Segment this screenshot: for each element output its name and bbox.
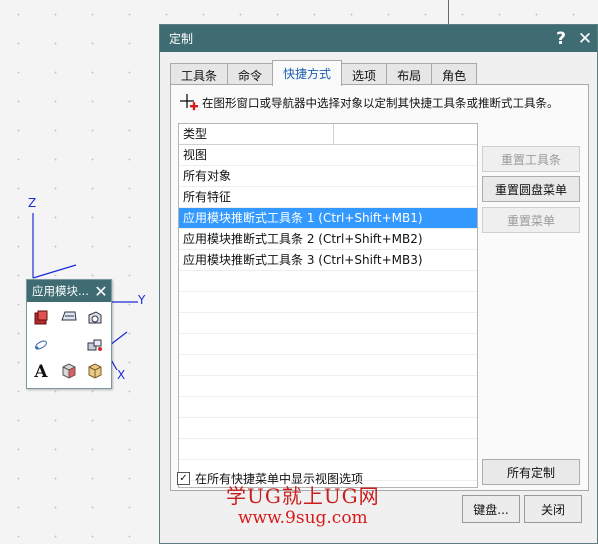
hint-text: 在图形窗口或导航器中选择对象以定制其快捷工具条或推断式工具条。 <box>202 96 559 110</box>
empty-row <box>179 355 477 376</box>
list-item[interactable]: 应用模块推断式工具条 3 (Ctrl+Shift+MB3) <box>179 250 477 271</box>
application-mini-toolbar[interactable]: 应用模块... ✕ A <box>26 279 112 389</box>
empty-row <box>179 271 477 292</box>
list-item[interactable]: 应用模块推断式工具条 2 (Ctrl+Shift+MB2) <box>179 229 477 250</box>
selection-hint: 在图形窗口或导航器中选择对象以定制其快捷工具条或推断式工具条。 <box>179 93 559 113</box>
dialog-titlebar[interactable]: 定制 ? ✕ <box>160 25 597 52</box>
watermark: 学UG就上UG网 www.9sug.com <box>226 485 380 529</box>
reset-menu-button[interactable]: 重置菜单 <box>482 207 580 233</box>
empty-row <box>179 292 477 313</box>
empty-row <box>179 313 477 334</box>
mini-toolbar-icons: A <box>27 302 111 388</box>
close-button[interactable]: 关闭 <box>524 495 582 523</box>
mini-toolbar-title: 应用模块... <box>32 284 89 298</box>
shape-studio-icon[interactable] <box>59 306 79 326</box>
empty-row <box>179 376 477 397</box>
list-item[interactable]: 视图 <box>179 145 477 166</box>
help-icon[interactable]: ? <box>549 25 573 52</box>
customize-dialog: 定制 ? ✕ 工具条 命令 快捷方式 选项 布局 角色 在图形窗口或导航器中选择… <box>159 24 598 544</box>
mini-toolbar-close-icon[interactable]: ✕ <box>91 282 111 301</box>
empty-row <box>179 334 477 355</box>
close-icon[interactable]: ✕ <box>573 25 597 52</box>
all-customize-button[interactable]: 所有定制 <box>482 459 580 485</box>
tab-commands[interactable]: 命令 <box>227 63 274 86</box>
watermark-line2: www.9sug.com <box>237 508 368 528</box>
mini-toolbar-titlebar[interactable]: 应用模块... ✕ <box>27 280 111 302</box>
axis-z-label: Z <box>28 196 37 210</box>
axis-x-label: X <box>117 368 126 382</box>
empty-row <box>179 439 477 460</box>
tab-bar: 工具条 命令 快捷方式 选项 布局 角色 <box>170 60 478 86</box>
column-header-type[interactable]: 类型 <box>179 124 334 144</box>
list-item[interactable]: 所有特征 <box>179 187 477 208</box>
assembly-icon[interactable] <box>85 335 105 355</box>
reset-toolbar-button[interactable]: 重置工具条 <box>482 146 580 172</box>
view-divider <box>448 0 449 24</box>
cube-icon[interactable] <box>59 361 79 381</box>
triad-edge <box>32 264 77 279</box>
tab-roles[interactable]: 角色 <box>431 63 478 86</box>
drafting-link-icon[interactable] <box>31 335 51 355</box>
empty-row <box>179 397 477 418</box>
list-header: 类型 <box>179 124 477 145</box>
x-axis-line <box>109 331 128 346</box>
sheet-metal-icon[interactable] <box>85 308 105 328</box>
reset-pie-menu-button[interactable]: 重置圆盘菜单 <box>482 176 580 202</box>
box-icon[interactable] <box>85 361 105 381</box>
keyboard-button[interactable]: 键盘... <box>462 495 520 523</box>
shortcuts-panel: 在图形窗口或导航器中选择对象以定制其快捷工具条或推断式工具条。 类型 视图 所有… <box>170 84 589 491</box>
tab-toolbars[interactable]: 工具条 <box>170 63 229 86</box>
column-header-blank <box>334 124 477 144</box>
axis-y-label: Y <box>138 293 146 307</box>
list-item[interactable]: 所有对象 <box>179 166 477 187</box>
list-item-selected[interactable]: 应用模块推断式工具条 1 (Ctrl+Shift+MB1) <box>179 208 477 229</box>
empty-row <box>179 418 477 439</box>
show-view-options-checkbox[interactable]: ✓ <box>177 472 190 485</box>
shortcut-type-list[interactable]: 类型 视图 所有对象 所有特征 应用模块推断式工具条 1 (Ctrl+Shift… <box>178 123 478 488</box>
tab-options[interactable]: 选项 <box>341 63 388 86</box>
watermark-line1: 学UG就上UG网 <box>226 484 380 508</box>
tab-shortcuts[interactable]: 快捷方式 <box>272 60 343 86</box>
modeling-icon[interactable] <box>31 308 51 328</box>
dialog-title: 定制 <box>169 32 194 46</box>
select-cursor-icon <box>179 93 199 113</box>
text-icon[interactable]: A <box>31 362 51 382</box>
tab-layout[interactable]: 布局 <box>386 63 433 86</box>
